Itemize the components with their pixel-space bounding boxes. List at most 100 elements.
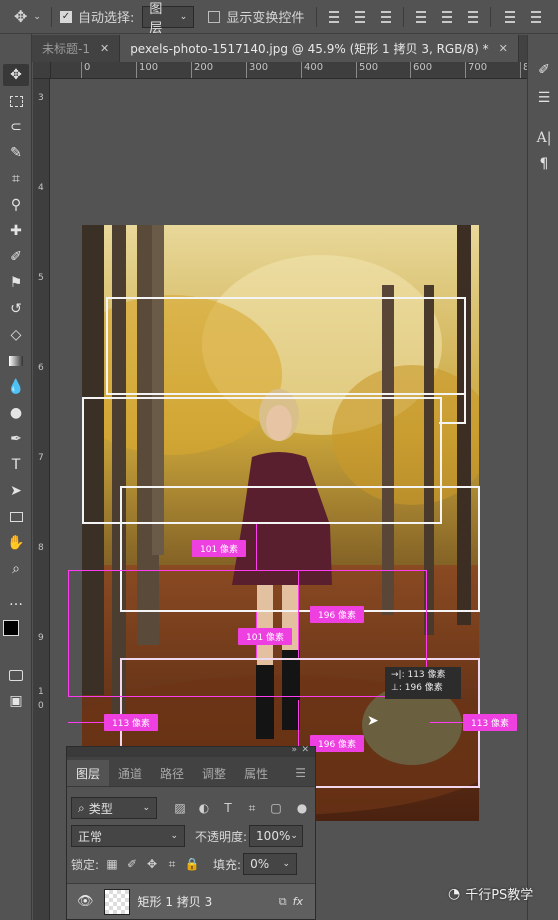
cursor-arrow-icon: ➤ bbox=[367, 713, 379, 729]
panel-tabs: 图层 通道 路径 调整 属性 ☰ bbox=[67, 757, 315, 787]
fill-value: 0% bbox=[250, 857, 270, 871]
chevron-down-icon: ⌄ bbox=[290, 831, 298, 841]
ruler-origin[interactable] bbox=[33, 62, 51, 79]
history-brush-tool-icon[interactable]: ↺ bbox=[3, 298, 29, 320]
align-top-icon[interactable] bbox=[327, 9, 341, 25]
move-tool-preset[interactable]: ✥ ⌄ bbox=[14, 7, 41, 26]
chevron-down-icon: ⌄ bbox=[179, 11, 188, 22]
blur-tool-icon[interactable]: 💧 bbox=[3, 376, 29, 398]
ruler-tick-label: 4 bbox=[38, 183, 44, 193]
checkbox-box bbox=[208, 10, 221, 23]
close-icon[interactable]: ✕ bbox=[301, 745, 309, 755]
brush-tool-icon[interactable]: ✐ bbox=[3, 246, 29, 268]
watermark: ◔ 千行PS教学 bbox=[448, 884, 533, 904]
filter-pixel-icon[interactable]: ▨ bbox=[171, 799, 189, 817]
quick-select-tool-icon[interactable]: ✎ bbox=[3, 142, 29, 164]
pen-tool-icon[interactable]: ✒ bbox=[3, 428, 29, 450]
collapse-icon[interactable]: » bbox=[291, 745, 297, 755]
healing-brush-tool-icon[interactable]: ✚ bbox=[3, 220, 29, 242]
ruler-tick-label: 0 bbox=[38, 701, 44, 711]
lock-all-icon[interactable]: 🔒 bbox=[183, 855, 201, 873]
vertical-ruler[interactable]: 3 4 5 6 7 8 9 1 0 bbox=[33, 79, 50, 920]
auto-select-target-value: 图层 bbox=[149, 1, 163, 36]
opacity-input[interactable]: 100% ⌄ bbox=[249, 825, 304, 847]
dodge-tool-icon[interactable]: ● bbox=[3, 402, 29, 424]
align-hcenter-icon[interactable] bbox=[440, 9, 454, 25]
blend-mode-dropdown[interactable]: 正常 ⌄ bbox=[71, 825, 185, 847]
ruler-tick-label: 500 bbox=[355, 62, 379, 78]
show-transform-checkbox[interactable]: 显示变换控件 bbox=[208, 7, 304, 26]
type-tool-icon[interactable]: T bbox=[3, 454, 29, 476]
distribute-top-icon[interactable] bbox=[503, 9, 517, 25]
horizontal-ruler[interactable]: 0 100 200 300 400 500 600 700 800 bbox=[51, 62, 527, 79]
clone-stamp-tool-icon[interactable]: ⚑ bbox=[3, 272, 29, 294]
width-delta-icon: →|: bbox=[391, 670, 405, 680]
fill-input[interactable]: 0% ⌄ bbox=[243, 853, 298, 875]
distribute-vcenter-icon[interactable] bbox=[529, 9, 543, 25]
panel-header-bar[interactable]: » ✕ bbox=[67, 745, 315, 757]
filter-kind-dropdown[interactable]: ⌕ 类型 ⌄ bbox=[71, 797, 157, 819]
filter-shape-icon[interactable]: ⌗ bbox=[243, 799, 261, 817]
filter-adjustment-icon[interactable]: ◐ bbox=[195, 799, 213, 817]
ruler-tick-label: 6 bbox=[38, 363, 44, 373]
foreground-color-swatch[interactable] bbox=[3, 620, 19, 636]
tab-properties[interactable]: 属性 bbox=[235, 760, 277, 786]
layer-name[interactable]: 矩形 1 拷贝 3 bbox=[138, 893, 213, 910]
tab-channels[interactable]: 通道 bbox=[109, 760, 151, 786]
rectangle-tool-icon[interactable] bbox=[3, 506, 29, 528]
hand-tool-icon[interactable]: ✋ bbox=[3, 532, 29, 554]
auto-select-label: 自动选择: bbox=[77, 11, 135, 26]
auto-select-checkbox[interactable]: ✓ 自动选择: bbox=[59, 7, 135, 26]
lock-position-icon[interactable]: ✥ bbox=[143, 855, 161, 873]
rectangle-shape-outline[interactable] bbox=[106, 297, 466, 395]
layer-thumbnail[interactable] bbox=[103, 888, 130, 915]
tab-adjustments[interactable]: 调整 bbox=[193, 760, 235, 786]
screen-mode-icon[interactable]: ▣ bbox=[3, 690, 29, 712]
filter-kind-value: 类型 bbox=[88, 801, 113, 816]
align-right-icon[interactable] bbox=[466, 9, 480, 25]
align-vcenter-icon[interactable] bbox=[353, 9, 367, 25]
crop-tool-icon[interactable]: ⌗ bbox=[3, 168, 29, 190]
marquee-tool-icon[interactable] bbox=[3, 90, 29, 112]
more-tools-icon[interactable]: … bbox=[3, 590, 29, 612]
color-swatches[interactable] bbox=[3, 614, 29, 652]
vector-mask-icon: ⧉ bbox=[278, 894, 287, 908]
align-bottom-icon[interactable] bbox=[379, 9, 393, 25]
measurement-badge: 113 像素 bbox=[104, 714, 159, 731]
doc-tab-photo[interactable]: pexels-photo-1517140.jpg @ 45.9% (矩形 1 拷… bbox=[120, 35, 519, 62]
zoom-tool-icon[interactable]: ⌕ bbox=[3, 558, 29, 580]
filter-type-icon[interactable]: T bbox=[219, 799, 237, 817]
panel-menu-icon[interactable]: ☰ bbox=[286, 760, 315, 786]
lock-transparent-icon[interactable]: ▦ bbox=[103, 855, 121, 873]
lock-image-icon[interactable]: ✐ bbox=[123, 855, 141, 873]
eye-icon[interactable]: 👁 bbox=[77, 894, 94, 909]
adjustments-icon[interactable]: ☰ bbox=[533, 87, 555, 109]
measurement-badge: 113 像素 bbox=[463, 714, 518, 731]
doc-tab-untitled[interactable]: 未标题-1 ✕ bbox=[32, 35, 121, 62]
smart-guide-line bbox=[256, 524, 257, 570]
lasso-tool-icon[interactable]: ⊂ bbox=[3, 116, 29, 138]
brush-settings-icon[interactable]: ✐ bbox=[533, 59, 555, 81]
eraser-tool-icon[interactable]: ◇ bbox=[3, 324, 29, 346]
layer-effects-icon[interactable]: fx bbox=[293, 895, 303, 908]
close-icon[interactable]: ✕ bbox=[499, 42, 508, 55]
ruler-tick-label: 9 bbox=[38, 633, 44, 643]
rectangle-shape-outline[interactable] bbox=[439, 395, 466, 424]
doc-tab-label: pexels-photo-1517140.jpg @ 45.9% (矩形 1 拷… bbox=[130, 42, 489, 56]
path-select-tool-icon[interactable]: ➤ bbox=[3, 480, 29, 502]
close-icon[interactable]: ✕ bbox=[100, 42, 109, 55]
layer-row[interactable]: 👁 矩形 1 拷贝 3 ⧉ fx bbox=[67, 883, 315, 919]
tab-paths[interactable]: 路径 bbox=[151, 760, 193, 786]
quick-mask-icon[interactable] bbox=[3, 664, 29, 686]
align-left-icon[interactable] bbox=[414, 9, 428, 25]
lock-artboard-icon[interactable]: ⌗ bbox=[163, 855, 181, 873]
filter-toggle-icon[interactable]: ● bbox=[293, 799, 311, 817]
character-panel-icon[interactable]: A| bbox=[533, 127, 555, 149]
gradient-tool-icon[interactable] bbox=[3, 350, 29, 372]
filter-smart-object-icon[interactable]: ▢ bbox=[267, 799, 285, 817]
auto-select-target-dropdown[interactable]: 图层 ⌄ bbox=[142, 2, 195, 36]
paragraph-panel-icon[interactable]: ¶ bbox=[533, 153, 555, 175]
tab-layers[interactable]: 图层 bbox=[67, 760, 110, 786]
eyedropper-tool-icon[interactable]: ⚲ bbox=[3, 194, 29, 216]
move-tool-icon[interactable]: ✥ bbox=[3, 64, 29, 86]
